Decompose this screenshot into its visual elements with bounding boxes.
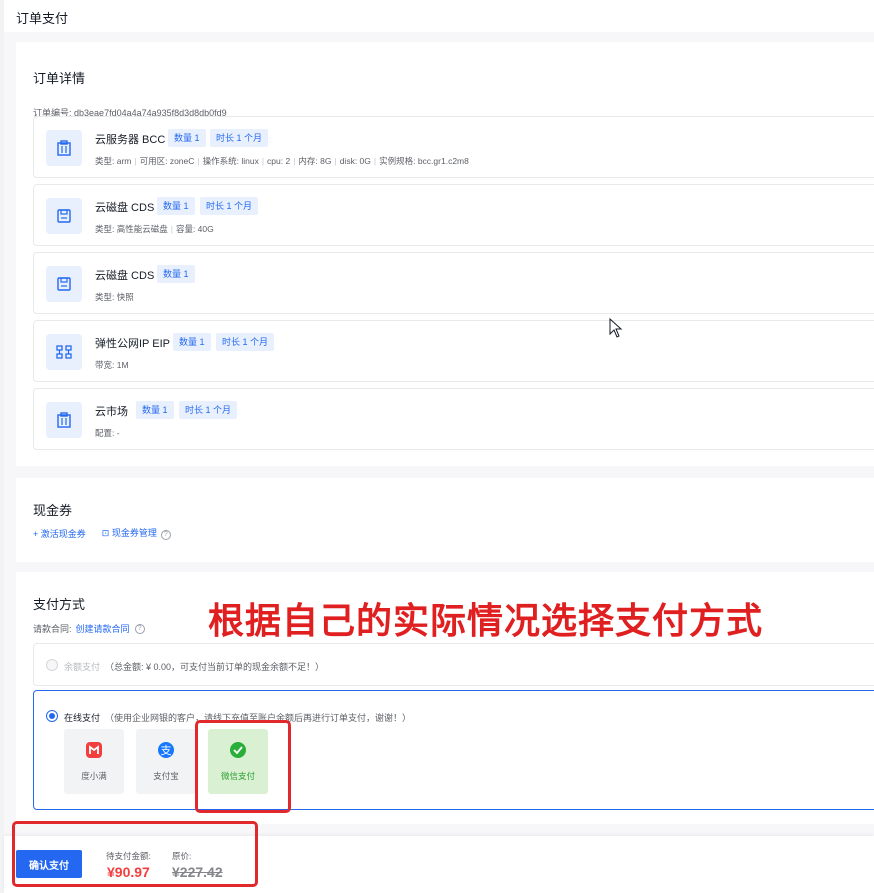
duration-tag: 时长 1 个月 (200, 197, 259, 215)
balance-option-note: （总金额: ¥ 0.00，可支付当前订单的现金余额不足！） (105, 662, 325, 672)
coupon-links: + 激活现金券 ⊡ 现金券管理? (33, 526, 171, 540)
detail-memory: 内存: 8G (298, 156, 332, 166)
order-details-panel: 订单详情 订单编号: db3eae7fd04a4a74a935f8d3d8db0… (16, 42, 874, 466)
help-icon[interactable]: ? (134, 623, 145, 634)
detail-bandwidth: 带宽: 1M (95, 360, 129, 370)
duxiaoman-method[interactable]: 度小满 (64, 729, 124, 794)
mouse-cursor-icon (609, 317, 623, 341)
quantity-tag: 数量 1 (157, 197, 195, 215)
order-item: 云磁盘 CDS 数量 1 时长 1 个月 类型: 高性能云磁盘 | 容量: 40G (33, 184, 874, 246)
balance-option-label: 余额支付 （总金额: ¥ 0.00，可支付当前订单的现金余额不足！） (64, 660, 324, 673)
detail-cpu: cpu: 2 (267, 156, 291, 166)
instruction-annotation: 根据自己的实际情况选择支付方式 (208, 600, 764, 641)
item-details: 类型: arm | 可用区: zoneC | 操作系统: linux | cpu: 2 | 内存… (95, 156, 469, 166)
duxiaoman-icon (85, 741, 103, 762)
contract-label: 请款合同: (33, 624, 72, 634)
item-name: 云磁盘 CDS (95, 202, 155, 214)
item-details: 类型: 快照 (95, 291, 134, 303)
item-details: 类型: 高性能云磁盘 | 容量: 40G (95, 224, 214, 234)
detail-config: 配置: - (95, 428, 120, 438)
detail-zone: 可用区: zoneC (139, 156, 195, 166)
balance-radio[interactable] (46, 659, 58, 671)
disk-icon (46, 198, 82, 234)
network-icon (46, 334, 82, 370)
highlight-box-footer (12, 821, 258, 887)
detail-os: 操作系统: linux (202, 156, 259, 166)
detail-capacity: 容量: 40G (175, 224, 214, 234)
svg-text:支: 支 (161, 744, 172, 757)
detail-type: 类型: 快照 (95, 292, 134, 302)
online-radio[interactable] (46, 710, 58, 722)
quantity-tag: 数量 1 (168, 129, 206, 147)
alipay-label: 支付宝 (153, 771, 179, 781)
create-contract-link[interactable]: 创建请款合同 (76, 622, 130, 635)
activate-coupon-link[interactable]: + 激活现金券 (33, 527, 86, 540)
detail-type: 类型: 高性能云磁盘 (95, 224, 168, 234)
item-name: 弹性公网IP EIP (95, 338, 170, 350)
item-name: 云磁盘 CDS (95, 270, 155, 282)
building-icon (46, 402, 82, 438)
order-item: 云服务器 BCC 数量 1 时长 1 个月 类型: arm | 可用区: zoneC… (33, 116, 874, 178)
quantity-tag: 数量 1 (136, 401, 174, 419)
quantity-tag: 数量 1 (173, 333, 211, 351)
plus-icon: + (33, 528, 41, 539)
alipay-method[interactable]: 支 支付宝 (136, 729, 196, 794)
coupon-panel: 现金券 + 激活现金券 ⊡ 现金券管理? (16, 478, 874, 562)
coupon-title: 现金券 (33, 503, 73, 518)
highlight-box-wechat (195, 720, 291, 813)
item-name: 云市场 (95, 406, 128, 418)
item-details: 带宽: 1M (95, 359, 129, 371)
duxiaoman-label: 度小满 (81, 771, 107, 781)
detail-type: 类型: arm (95, 156, 132, 166)
contract-row: 请款合同: 创建请款合同 ? (33, 622, 145, 635)
balance-payment-option[interactable]: 余额支付 （总金额: ¥ 0.00，可支付当前订单的现金余额不足！） (33, 643, 874, 686)
order-details-title: 订单详情 (33, 71, 86, 86)
duration-tag: 时长 1 个月 (179, 401, 238, 419)
order-item: 弹性公网IP EIP 数量 1 时长 1 个月 带宽: 1M (33, 320, 874, 382)
balance-option-text: 余额支付 (64, 662, 101, 672)
duration-tag: 时长 1 个月 (210, 129, 269, 147)
detail-disk: disk: 0G (339, 156, 371, 166)
duration-tag: 时长 1 个月 (216, 333, 275, 351)
quantity-tag: 数量 1 (157, 265, 195, 283)
coupon-icon: ⊡ (101, 528, 112, 538)
building-icon (46, 130, 82, 166)
help-icon[interactable]: ? (160, 530, 171, 540)
disk-icon (46, 266, 82, 302)
order-item: 云市场 数量 1 时长 1 个月 配置: - (33, 388, 874, 450)
item-name: 云服务器 BCC (95, 134, 166, 146)
manage-coupon-link[interactable]: ⊡ 现金券管理? (102, 526, 171, 540)
item-details: 配置: - (95, 427, 120, 439)
page-header: 订单支付 (4, 0, 874, 32)
detail-spec: 实例规格: bcc.gr1.c2m8 (379, 156, 469, 166)
online-payment-option[interactable]: 在线支付 （使用企业网银的客户，请线下充值至账户余额后再进行订单支付，谢谢！） … (33, 690, 874, 810)
online-option-text: 在线支付 (64, 713, 101, 723)
content-area: 订单详情 订单编号: db3eae7fd04a4a74a935f8d3d8db0… (4, 32, 874, 893)
alipay-icon: 支 (157, 741, 175, 762)
payment-title: 支付方式 (33, 597, 86, 612)
page-title: 订单支付 (16, 11, 69, 26)
order-item: 云磁盘 CDS 数量 1 类型: 快照 (33, 252, 874, 314)
